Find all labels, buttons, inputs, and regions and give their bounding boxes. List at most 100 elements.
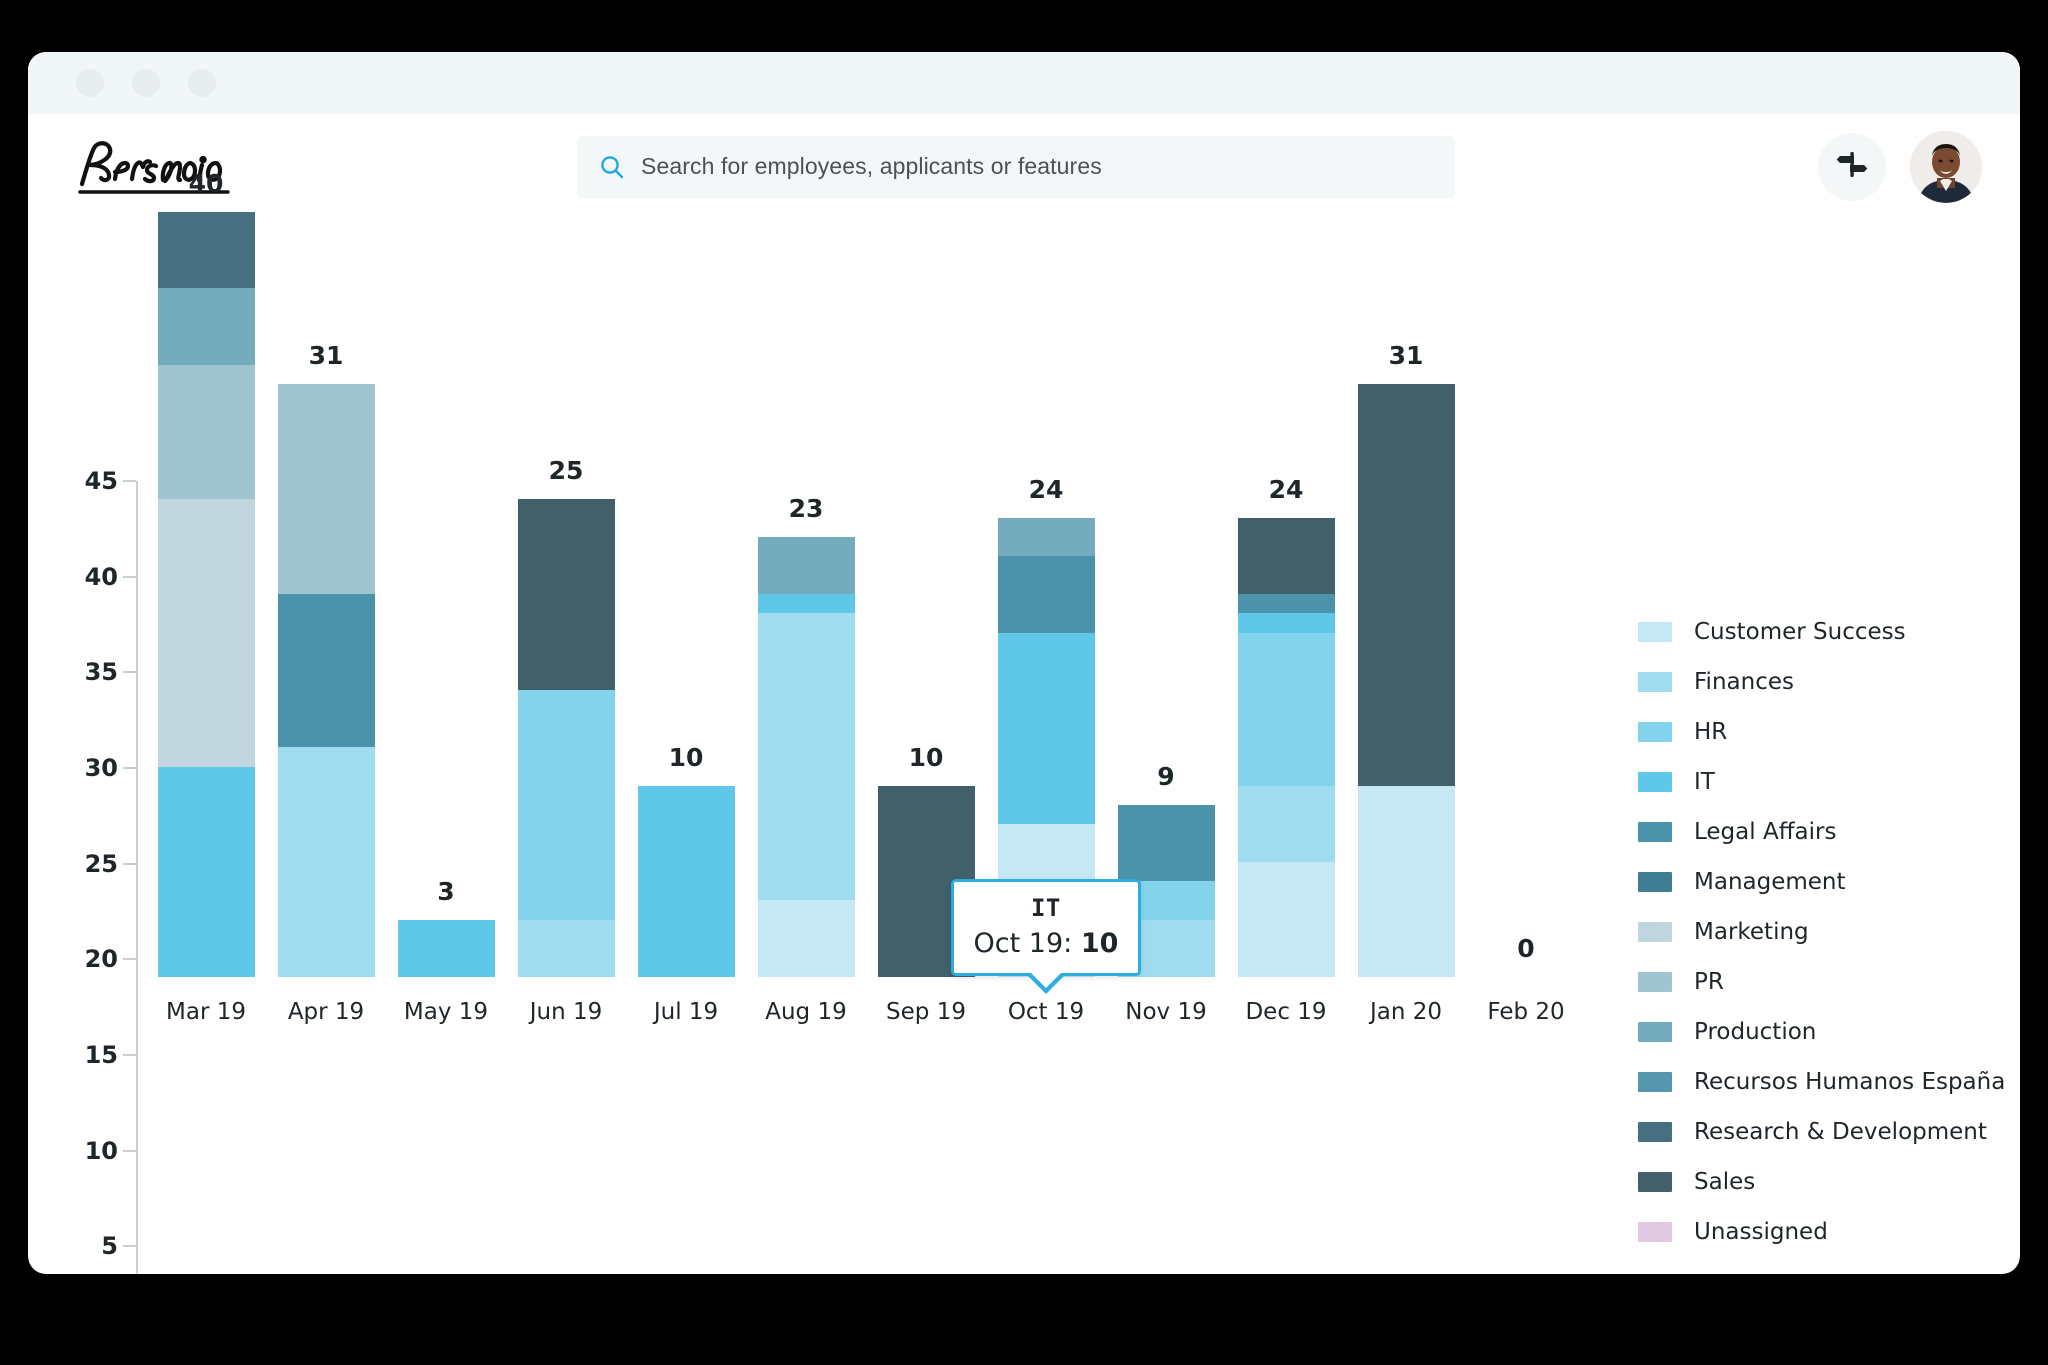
signpost-icon — [1835, 147, 1869, 186]
y-axis-tick-label: 20 — [84, 945, 118, 974]
bar-column[interactable]: 31 Jan 20 — [1346, 116, 1466, 1025]
legend-item[interactable]: Finances — [1638, 669, 1998, 695]
bar-column[interactable]: 31 Apr 19 — [266, 116, 386, 1025]
legend-swatch — [1638, 622, 1672, 642]
legend-item[interactable]: IT — [1638, 769, 1998, 795]
x-axis-tick-label: Oct 19 — [1007, 999, 1085, 1025]
bar-segment[interactable] — [1237, 517, 1335, 595]
legend-item[interactable]: Sales — [1638, 1169, 1998, 1195]
stacked-bar[interactable] — [637, 785, 735, 977]
bar-column[interactable]: 9 Nov 19 — [1106, 116, 1226, 1025]
bar-segment[interactable] — [1237, 862, 1335, 977]
bar-segment[interactable] — [157, 498, 255, 767]
stacked-bar[interactable] — [1237, 517, 1335, 977]
tooltip-value: 10 — [1080, 927, 1119, 959]
y-axis-tick-label: 30 — [84, 754, 118, 782]
bar-segment[interactable] — [157, 288, 255, 365]
legend-swatch — [1638, 1122, 1672, 1142]
legend-swatch — [1638, 1072, 1672, 1092]
legend-item[interactable]: Customer Success — [1638, 619, 1998, 645]
stacked-bar[interactable] — [517, 498, 615, 977]
window-dot-maximize[interactable] — [132, 69, 160, 97]
bar-segment[interactable] — [1237, 785, 1335, 863]
legend-item[interactable]: Recursos Humanos España — [1638, 1069, 2005, 1095]
stacked-bar[interactable] — [397, 919, 495, 977]
bar-total-label: 40 — [188, 168, 224, 198]
tooltip-category: Oct 19: — [973, 927, 1081, 959]
stacked-bar[interactable] — [277, 383, 375, 977]
legend-item[interactable]: Research & Development — [1638, 1119, 1998, 1145]
legend-swatch — [1638, 822, 1672, 842]
legend-item[interactable]: PR — [1638, 969, 1998, 995]
bar-segment[interactable] — [517, 690, 615, 920]
bar-segment[interactable] — [757, 594, 855, 614]
bar-segment[interactable] — [757, 536, 855, 595]
legend-item[interactable]: HR — [1638, 719, 1998, 745]
x-axis-tick-label: Nov 19 — [1125, 999, 1207, 1025]
bar-segment[interactable] — [1237, 594, 1335, 614]
window-dot-minimize[interactable] — [76, 69, 104, 97]
y-axis-tick-label: 40 — [84, 562, 118, 591]
bar-column[interactable]: 0 Feb 20 — [1466, 116, 1586, 1025]
bar-segment[interactable] — [277, 383, 375, 595]
legend-item[interactable]: Production — [1638, 1019, 1998, 1045]
user-avatar[interactable] — [1910, 130, 1982, 203]
bar-segment[interactable] — [1117, 804, 1215, 882]
y-axis-tick — [123, 767, 136, 769]
bar-segment[interactable] — [757, 900, 855, 977]
bar-column[interactable]: 3 May 19 — [386, 116, 506, 1025]
bar-segment[interactable] — [157, 211, 255, 289]
bar-segment[interactable] — [157, 766, 255, 977]
bar-column[interactable]: 24 Dec 19 — [1226, 116, 1346, 1025]
bar-segment[interactable] — [637, 785, 735, 977]
legend-label: Finances — [1694, 669, 1794, 695]
y-axis-tick — [123, 480, 136, 482]
bar-segment[interactable] — [397, 919, 495, 977]
bar-column[interactable]: 10 Sep 19 — [866, 116, 986, 1025]
bar-total-label: 23 — [788, 493, 824, 523]
bar-segment[interactable] — [277, 594, 375, 748]
bar-column[interactable]: 10 Jul 19 — [626, 116, 746, 1025]
x-axis-tick-label: Jul 19 — [653, 999, 719, 1025]
legend-item[interactable]: Management — [1638, 869, 1998, 895]
legend-swatch — [1638, 1172, 1672, 1192]
stacked-bar[interactable] — [757, 536, 855, 977]
bar-total-label: 31 — [308, 340, 344, 370]
bar-total-label: 3 — [437, 876, 455, 906]
y-axis-tick-label: 35 — [84, 658, 118, 687]
bar-segment[interactable] — [997, 517, 1095, 557]
bar-column[interactable]: 23 Aug 19 — [746, 116, 866, 1025]
browser-window: Search for employees, applicants or feat… — [28, 52, 2020, 1274]
bar-segment[interactable] — [517, 919, 615, 977]
legend-label: Research & Development — [1694, 1119, 1987, 1145]
signpost-button[interactable] — [1818, 132, 1886, 201]
x-axis-tick-label: Apr 19 — [287, 999, 365, 1025]
bar-segment[interactable] — [517, 498, 615, 691]
bar-segment[interactable] — [1237, 613, 1335, 633]
bar-column[interactable]: 24 Oct 19 — [986, 116, 1106, 1025]
legend-swatch — [1638, 972, 1672, 992]
legend-label: Sales — [1694, 1169, 1756, 1195]
legend-item[interactable]: Unassigned — [1638, 1219, 1998, 1245]
bar-segment[interactable] — [1357, 785, 1455, 977]
legend-label: Production — [1694, 1019, 1817, 1045]
y-axis-tick — [123, 862, 136, 865]
legend-item[interactable]: Marketing — [1638, 919, 1998, 945]
bar-column[interactable]: 25 Jun 19 — [506, 116, 626, 1025]
bar-segment[interactable] — [1357, 383, 1455, 786]
legend-label: Customer Success — [1694, 619, 1906, 645]
bar-segment[interactable] — [1237, 632, 1335, 786]
window-dot-close[interactable] — [188, 69, 216, 97]
legend-item[interactable]: Legal Affairs — [1638, 819, 1998, 845]
legend-swatch — [1638, 772, 1672, 792]
stacked-bar[interactable] — [1357, 383, 1455, 977]
bar-segment[interactable] — [997, 632, 1095, 824]
bar-segment[interactable] — [157, 364, 255, 499]
legend-swatch — [1638, 672, 1672, 692]
bar-segment[interactable] — [277, 747, 375, 977]
bar-segment[interactable] — [757, 613, 855, 901]
bar-column[interactable]: 40 Mar 19 — [146, 116, 266, 1025]
x-axis-tick-label: Dec 19 — [1245, 999, 1327, 1025]
bar-segment[interactable] — [997, 556, 1095, 633]
stacked-bar[interactable] — [157, 211, 255, 977]
